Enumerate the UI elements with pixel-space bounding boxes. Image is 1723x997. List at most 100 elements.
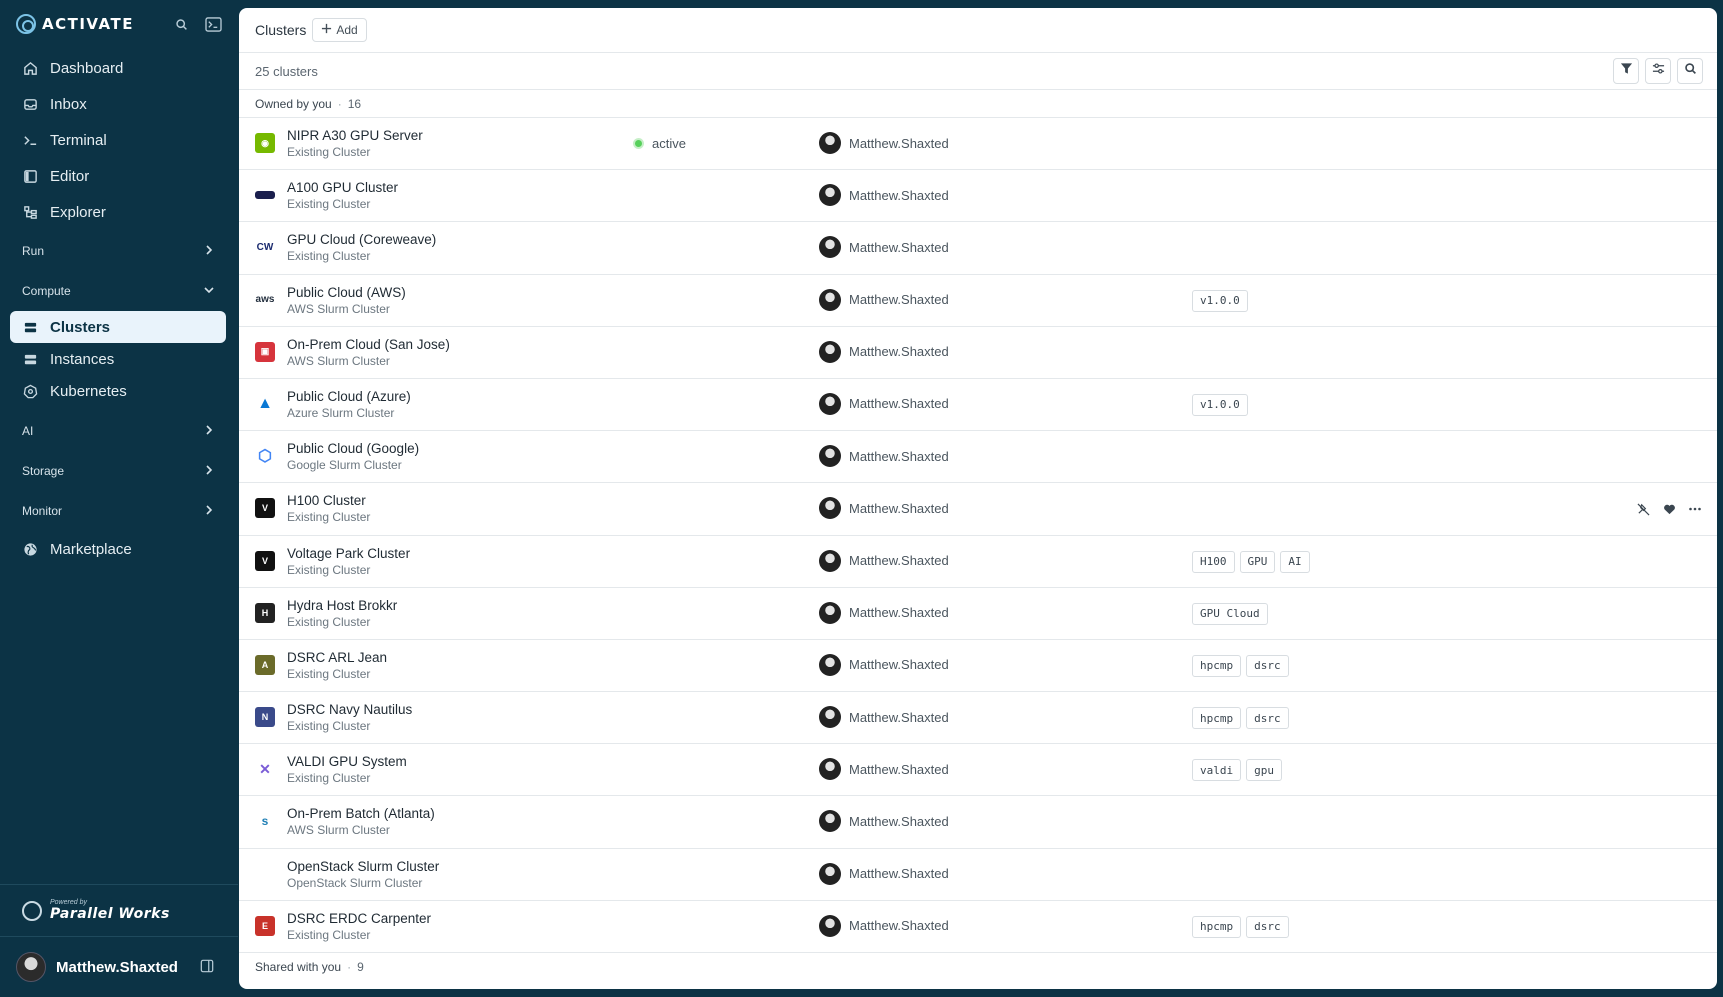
table-row[interactable]: s On-Prem Batch (Atlanta) AWS Slurm Cluste… <box>239 796 1717 849</box>
section-label: Run <box>22 244 45 258</box>
pin-off-icon[interactable] <box>1635 501 1651 517</box>
table-row[interactable]: ◉ NIPR A30 GPU Server Existing Cluster acti… <box>239 118 1717 171</box>
table-row[interactable]: N DSRC Navy Nautilus Existing Cluster Matth… <box>239 692 1717 745</box>
cluster-name[interactable]: H100 Cluster <box>287 493 366 508</box>
tag[interactable]: GPU Cloud <box>1192 602 1268 625</box>
search-icon[interactable] <box>172 15 190 33</box>
cluster-name[interactable]: Public Cloud (AWS) <box>287 285 406 300</box>
table-row[interactable]: OpenStack Slurm Cluster OpenStack Slurm C… <box>239 849 1717 901</box>
sidebar-item-inbox[interactable]: Inbox <box>10 86 226 122</box>
filter-button[interactable] <box>1613 58 1639 84</box>
sidebar-item-dashboard[interactable]: Dashboard <box>10 50 226 86</box>
cluster-owner: Matthew.Shaxted <box>819 914 949 937</box>
table-row[interactable]: aws Public Cloud (AWS) AWS Slurm Cluster Ma… <box>239 275 1717 327</box>
tag[interactable]: dsrc <box>1246 707 1289 730</box>
cluster-name[interactable]: On-Prem Batch (Atlanta) <box>287 806 435 821</box>
sidebar-item-label: Explorer <box>50 203 106 221</box>
sidebar-item-label: Kubernetes <box>50 382 127 400</box>
cluster-name[interactable]: DSRC ERDC Carpenter <box>287 911 431 926</box>
section-compute[interactable]: Compute <box>10 271 226 311</box>
tag[interactable]: hpcmp <box>1192 915 1242 938</box>
cluster-type: Existing Cluster <box>287 666 371 681</box>
tag[interactable]: dsrc <box>1246 654 1289 677</box>
group-shared[interactable]: Shared with you · 9 <box>239 953 1717 981</box>
sidebar-item-explorer[interactable]: Explorer <box>10 194 226 230</box>
add-label: Add <box>336 23 358 37</box>
owner-name: Matthew.Shaxted <box>849 657 949 673</box>
heart-icon[interactable] <box>1661 501 1677 517</box>
status-text: active <box>652 136 686 151</box>
cluster-name[interactable]: VALDI GPU System <box>287 754 407 769</box>
user-bar[interactable]: Matthew.Shaxted <box>0 936 238 997</box>
list-tools <box>1613 58 1703 84</box>
sidebar-item-kubernetes[interactable]: Kubernetes <box>10 375 226 407</box>
tag[interactable]: v1.0.0 <box>1192 393 1248 416</box>
sidebar-item-instances[interactable]: Instances <box>10 343 226 375</box>
sidebar-item-clusters[interactable]: Clusters <box>10 311 226 343</box>
table-row[interactable]: V H100 Cluster Existing Cluster Matthew.Sha… <box>239 483 1717 536</box>
avatar <box>819 445 841 468</box>
cluster-name[interactable]: Public Cloud (Azure) <box>287 389 411 404</box>
settings-button[interactable] <box>1645 58 1671 84</box>
cluster-name[interactable]: A100 GPU Cluster <box>287 180 398 195</box>
valdi-logo-icon: ✕ <box>255 759 275 780</box>
cluster-name[interactable]: Voltage Park Cluster <box>287 546 410 561</box>
sidebar-item-label: Dashboard <box>50 59 124 77</box>
cluster-tags: hpcmp dsrc <box>1192 915 1289 938</box>
sidebar-item-marketplace[interactable]: Marketplace <box>10 531 226 567</box>
tag[interactable]: dsrc <box>1246 915 1289 938</box>
section-ai[interactable]: AI <box>10 411 226 451</box>
tag[interactable]: v1.0.0 <box>1192 289 1248 312</box>
tag[interactable]: gpu <box>1246 759 1282 782</box>
cluster-owner: Matthew.Shaxted <box>819 392 949 415</box>
section-monitor[interactable]: Monitor <box>10 491 226 531</box>
group-owned[interactable]: Owned by you · 16 <box>239 90 1717 118</box>
cluster-name[interactable]: GPU Cloud (Coreweave) <box>287 232 436 247</box>
table-row[interactable]: E DSRC ERDC Carpenter Existing Cluster Matt… <box>239 901 1717 953</box>
chevron-right-icon <box>204 504 214 518</box>
powered-by: Powered by Parallel Works <box>0 884 238 936</box>
table-row[interactable]: ⬡ Public Cloud (Google) Google Slurm Clust… <box>239 431 1717 484</box>
table-row[interactable]: ▲ Public Cloud (Azure) Azure Slurm Cluster… <box>239 379 1717 432</box>
sidebar-collapse-icon[interactable] <box>200 959 216 975</box>
tag[interactable]: GPU <box>1239 550 1276 573</box>
cluster-list: ◉ NIPR A30 GPU Server Existing Cluster acti… <box>239 118 1717 953</box>
owner-name: Matthew.Shaxted <box>849 866 949 882</box>
table-row[interactable]: A100 GPU Cluster Existing Cluster Matthew.… <box>239 170 1717 223</box>
section-run[interactable]: Run <box>10 231 226 271</box>
cluster-name[interactable]: DSRC ARL Jean <box>287 650 387 665</box>
terminal-window-icon[interactable] <box>204 15 222 33</box>
section-storage[interactable]: Storage <box>10 451 226 491</box>
table-row[interactable]: ✕ VALDI GPU System Existing Cluster Matthew… <box>239 744 1717 797</box>
cluster-name[interactable]: Public Cloud (Google) <box>287 441 419 456</box>
table-row[interactable]: H Hydra Host Brokkr Existing Cluster Matthe… <box>239 588 1717 640</box>
cluster-name[interactable]: NIPR A30 GPU Server <box>287 128 423 143</box>
tag[interactable]: hpcmp <box>1192 654 1242 677</box>
tag[interactable]: valdi <box>1192 759 1242 782</box>
tag[interactable]: hpcmp <box>1192 707 1242 730</box>
tag[interactable]: AI <box>1280 550 1310 573</box>
cluster-owner: Matthew.Shaxted <box>819 653 949 676</box>
table-row[interactable]: V Voltage Park Cluster Existing Cluster Mat… <box>239 536 1717 588</box>
sidebar-item-editor[interactable]: Editor <box>10 158 226 194</box>
table-row[interactable]: ▣ On-Prem Cloud (San Jose) AWS Slurm Clust… <box>239 327 1717 379</box>
add-cluster-button[interactable]: Add <box>312 18 367 42</box>
plus-icon <box>321 23 332 37</box>
home-icon <box>22 60 38 76</box>
sidebar-tools <box>172 15 222 33</box>
search-button[interactable] <box>1677 58 1703 84</box>
table-row[interactable]: A DSRC ARL Jean Existing Cluster Matthew.Sh… <box>239 640 1717 693</box>
cluster-name[interactable]: DSRC Navy Nautilus <box>287 702 412 717</box>
cluster-name[interactable]: OpenStack Slurm Cluster <box>287 859 439 874</box>
brand[interactable]: ACTIVATE <box>16 12 134 36</box>
sidebar-item-terminal[interactable]: Terminal <box>10 122 226 158</box>
cluster-type: Existing Cluster <box>287 614 371 629</box>
cluster-name[interactable]: On-Prem Cloud (San Jose) <box>287 337 450 352</box>
cluster-name[interactable]: Hydra Host Brokkr <box>287 598 397 613</box>
page-title: Clusters <box>255 22 307 38</box>
table-row[interactable]: CW GPU Cloud (Coreweave) Existing Cluster M… <box>239 222 1717 275</box>
explorer-tree-icon <box>22 204 38 220</box>
cluster-owner: Matthew.Shaxted <box>819 810 949 833</box>
tag[interactable]: H100 <box>1192 550 1235 573</box>
more-options-icon[interactable] <box>1687 501 1703 517</box>
